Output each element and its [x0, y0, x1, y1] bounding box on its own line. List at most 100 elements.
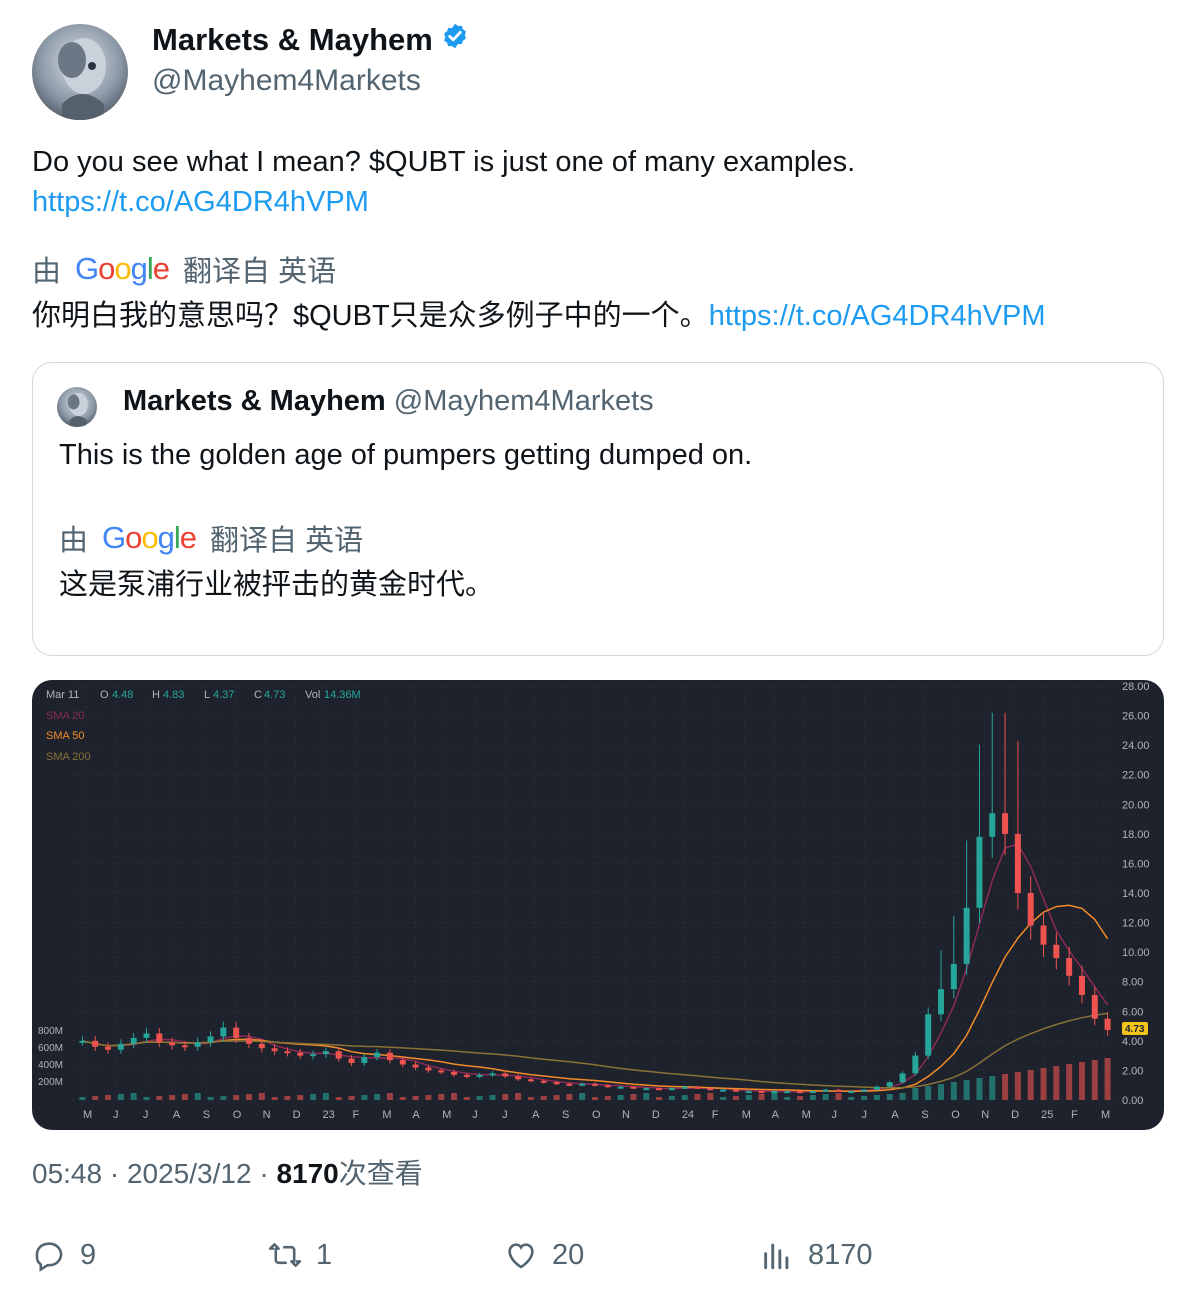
volume-bar: [938, 1084, 944, 1100]
views-button[interactable]: 8170: [760, 1238, 873, 1272]
translation-by: 由: [32, 256, 62, 288]
volume-bar: [1040, 1068, 1047, 1100]
candle-body: [1078, 975, 1085, 996]
volume-bar: [912, 1088, 919, 1100]
candle-body: [963, 907, 970, 964]
y-tick-label: 0.00: [1122, 1095, 1143, 1107]
author-name[interactable]: Markets & Mayhem: [152, 22, 433, 58]
x-tick-label: F: [352, 1109, 359, 1121]
y-tick-label: 16.00: [1122, 858, 1150, 870]
header-open: 4.48: [112, 689, 133, 701]
volume-bar: [707, 1093, 714, 1100]
volume-bar: [220, 1096, 227, 1100]
y-tick-label: 12.00: [1122, 918, 1150, 930]
candle-body: [463, 1074, 470, 1077]
quote-translation-attribution: 由 Google 翻译自 英语: [59, 517, 363, 559]
translation-attribution: 由 Google 翻译自 英语: [32, 248, 336, 290]
y-tick-label: 14.00: [1122, 888, 1150, 900]
candle-body: [604, 1085, 611, 1088]
candle-body: [861, 1089, 868, 1092]
chart-image[interactable]: 28.00 26.00 24.00 22.00 20.00 18.00 16.00 14.00…: [32, 680, 1164, 1130]
volume-bar: [156, 1096, 163, 1100]
candle-body: [822, 1089, 829, 1092]
candle-body: [92, 1040, 99, 1047]
volume-bar: [1014, 1072, 1021, 1100]
tweet-time[interactable]: 05:48: [32, 1158, 102, 1189]
views-label: 次查看: [338, 1158, 423, 1189]
x-tick-label: M: [802, 1109, 811, 1121]
volume-bar: [668, 1096, 675, 1100]
volume-bar: [79, 1097, 86, 1100]
author-avatar[interactable]: [32, 24, 128, 120]
candle-body: [553, 1082, 560, 1085]
volume-bar: [246, 1094, 252, 1100]
author-name-row[interactable]: Markets & Mayhem: [152, 22, 469, 58]
candle-body: [181, 1045, 188, 1048]
header-vol: 14.36M: [324, 689, 361, 701]
volume-bar: [425, 1095, 432, 1100]
volume-bar: [143, 1097, 150, 1100]
candle-body: [322, 1051, 329, 1055]
volume-tick-label: 400M: [38, 1060, 63, 1071]
retweet-button[interactable]: 1: [268, 1238, 332, 1272]
volume-bar: [463, 1097, 470, 1100]
reply-button[interactable]: 9: [32, 1238, 96, 1272]
candle-body: [976, 836, 983, 908]
action-bar: 9 1 20 8170: [0, 1238, 1196, 1288]
volume-bar: [566, 1094, 573, 1100]
candle-body: [399, 1060, 406, 1065]
quote-author-avatar[interactable]: [57, 387, 97, 427]
x-tick-label: D: [293, 1109, 301, 1121]
tweet-date[interactable]: 2025/3/12: [127, 1158, 252, 1189]
volume-bar: [745, 1095, 752, 1100]
volume-bar: [438, 1094, 445, 1100]
candle-body: [1053, 944, 1060, 959]
quoted-tweet-card[interactable]: Markets & Mayhem @Mayhem4Markets This is…: [32, 362, 1164, 656]
volume-bar: [1091, 1060, 1098, 1100]
quote-author-handle[interactable]: @Mayhem4Markets: [394, 385, 654, 417]
translation-from: 翻译自 英语: [183, 256, 337, 288]
volume-bar: [1002, 1074, 1009, 1100]
volume-bar: [758, 1094, 765, 1100]
volume-bar: [617, 1095, 624, 1100]
candle-body: [540, 1080, 547, 1083]
volume-bar: [732, 1096, 739, 1100]
volume-bar: [476, 1096, 483, 1100]
y-tick-label: 4.00: [1122, 1036, 1143, 1048]
tweet-link[interactable]: https://t.co/AG4DR4hVPM: [32, 182, 369, 222]
volume-bar: [835, 1093, 842, 1100]
candle-body: [220, 1027, 227, 1037]
chart-header: Mar 11 O 4.48 H 4.83 L 4.37 C 4.73 Vol 1…: [46, 689, 361, 763]
volume-bar: [297, 1095, 304, 1100]
volume-bar: [1066, 1064, 1073, 1100]
volume-bar: [925, 1086, 932, 1100]
candle-body: [502, 1073, 509, 1077]
like-button[interactable]: 20: [504, 1238, 584, 1272]
volume-bar: [1078, 1062, 1085, 1100]
volume-bar: [604, 1096, 611, 1100]
volume-bar: [284, 1096, 291, 1100]
candle-body: [284, 1051, 291, 1054]
candle-body: [630, 1086, 637, 1089]
translated-link[interactable]: https://t.co/AG4DR4hVPM: [709, 300, 1046, 332]
volume-bar: [976, 1078, 983, 1100]
candle-body: [374, 1052, 381, 1058]
volume-bar: [886, 1094, 893, 1100]
quote-author-name[interactable]: Markets & Mayhem: [123, 385, 386, 417]
header-date: Mar 11: [46, 689, 79, 701]
header-high: 4.83: [163, 689, 184, 701]
candle-body: [617, 1086, 624, 1089]
author-handle[interactable]: @Mayhem4Markets: [152, 64, 421, 98]
candle-body: [335, 1051, 342, 1059]
volume-bar: [1027, 1070, 1034, 1100]
candle-body: [156, 1033, 163, 1043]
volume-bar: [643, 1093, 650, 1100]
quote-translation-by: 由: [59, 525, 89, 557]
candle-body: [1014, 833, 1021, 893]
quote-text: This is the golden age of pumpers gettin…: [59, 439, 753, 471]
candle-body: [207, 1036, 214, 1043]
volume-bar: [950, 1082, 957, 1100]
volume-bar: [105, 1095, 112, 1100]
candle-body: [194, 1042, 201, 1047]
analytics-icon: [764, 1243, 789, 1270]
